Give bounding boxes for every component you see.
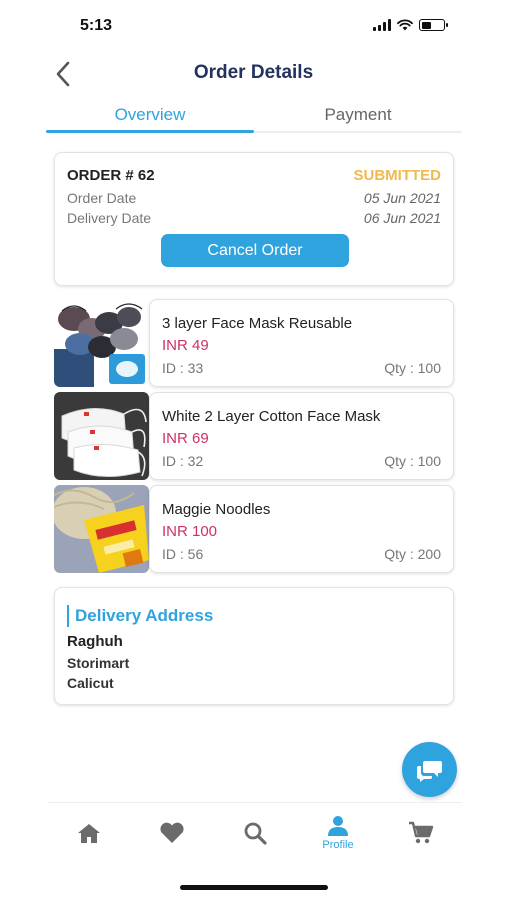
tab-payment[interactable]: Payment — [254, 96, 462, 134]
product-image[interactable] — [54, 485, 149, 573]
product-card[interactable]: Maggie Noodles INR 100 ID : 56 Qty : 200 — [149, 485, 454, 573]
product-qty: Qty : 100 — [384, 453, 441, 469]
product-name: Maggie Noodles — [162, 501, 271, 518]
home-icon — [78, 824, 100, 843]
product-card[interactable]: 3 layer Face Mask Reusable INR 49 ID : 3… — [149, 299, 454, 387]
tab-bar: Overview Payment — [46, 96, 462, 136]
bottom-nav: Profile — [48, 802, 462, 862]
signal-icon — [373, 19, 391, 31]
tab-divider — [254, 131, 462, 133]
active-tab-indicator — [46, 130, 254, 133]
product-qty: Qty : 200 — [384, 546, 441, 562]
product-card[interactable]: White 2 Layer Cotton Face Mask INR 69 ID… — [149, 392, 454, 480]
cancel-order-button[interactable]: Cancel Order — [161, 234, 349, 267]
page-title: Order Details — [193, 62, 314, 83]
product-image[interactable] — [54, 392, 149, 480]
address-name: Raghuh — [67, 633, 123, 650]
nav-search[interactable] — [214, 803, 296, 863]
wifi-icon — [397, 19, 413, 31]
order-status-badge: SUBMITTED — [353, 167, 442, 184]
profile-icon — [328, 816, 348, 836]
home-indicator — [180, 885, 328, 890]
product-price: INR 69 — [162, 430, 209, 447]
product-id: ID : 32 — [162, 453, 204, 469]
order-summary-card: ORDER # 62 SUBMITTED Order Date 05 Jun 2… — [54, 152, 454, 286]
delivery-date-value: 06 Jun 2021 — [363, 210, 441, 226]
battery-icon — [419, 19, 448, 31]
product-id: ID : 56 — [162, 546, 204, 562]
nav-cart[interactable] — [380, 803, 462, 863]
status-icons — [373, 19, 448, 31]
product-name: White 2 Layer Cotton Face Mask — [162, 408, 381, 425]
nav-profile[interactable]: Profile — [297, 803, 379, 863]
product-price: INR 100 — [162, 523, 218, 540]
noodles-pack-image — [54, 485, 149, 573]
section-accent-bar — [67, 605, 69, 627]
cart-icon — [409, 821, 434, 844]
delivery-address-card: Delivery Address Raghuh Storimart Calicu… — [54, 587, 454, 705]
tab-overview[interactable]: Overview — [46, 96, 254, 134]
nav-profile-label: Profile — [322, 839, 354, 851]
product-image[interactable] — [54, 299, 149, 387]
nav-wishlist[interactable] — [131, 803, 213, 863]
header: Order Details — [0, 52, 507, 96]
product-name: 3 layer Face Mask Reusable — [162, 315, 353, 332]
status-bar: 5:13 — [0, 0, 507, 50]
delivery-address-title: Delivery Address — [75, 606, 214, 625]
face-mask-pack-image — [54, 299, 149, 387]
order-date-label: Order Date — [67, 190, 137, 206]
product-price: INR 49 — [162, 337, 209, 354]
product-id: ID : 33 — [162, 360, 204, 376]
delivery-date-label: Delivery Date — [67, 210, 152, 226]
white-face-mask-image — [54, 392, 149, 480]
product-item: White 2 Layer Cotton Face Mask INR 69 ID… — [54, 392, 454, 480]
status-time: 5:13 — [80, 17, 113, 34]
address-line-1: Storimart — [67, 655, 130, 671]
product-item: Maggie Noodles INR 100 ID : 56 Qty : 200 — [54, 485, 454, 573]
order-date-value: 05 Jun 2021 — [363, 190, 441, 206]
chat-bubbles-icon — [416, 760, 442, 782]
product-qty: Qty : 100 — [384, 360, 441, 376]
address-line-2: Calicut — [67, 675, 114, 691]
nav-home[interactable] — [48, 803, 130, 863]
heart-icon — [160, 822, 184, 843]
search-icon — [244, 822, 267, 845]
product-item: 3 layer Face Mask Reusable INR 49 ID : 3… — [54, 299, 454, 387]
chat-button[interactable] — [402, 742, 457, 797]
order-number: ORDER # 62 — [67, 167, 155, 184]
